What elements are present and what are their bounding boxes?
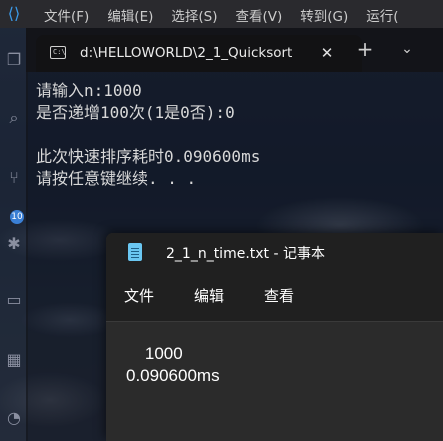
terminal-tab-title: d:\HELLOWORLD\2_1_Quicksort	[80, 45, 293, 61]
terminal-tab-strip: C:\ d:\HELLOWORLD\2_1_Quicksort ✕ + ⌄	[26, 28, 443, 72]
source-control-icon[interactable]: ⑂	[4, 168, 24, 188]
terminal-line: 请输入n:1000	[36, 81, 142, 100]
vscode-menu: 文件(F) 编辑(E) 选择(S) 查看(V) 转到(G) 运行(	[44, 5, 399, 25]
extensions-icon[interactable]: ▦	[4, 350, 24, 370]
terminal-line: 是否递增100次(1是0否):0	[36, 103, 235, 122]
terminal-tab[interactable]: C:\ d:\HELLOWORLD\2_1_Quicksort ✕	[36, 35, 362, 72]
notepad-text-area[interactable]: 1000 0.090600ms	[126, 343, 220, 387]
vscode-menu-goto[interactable]: 转到(G)	[300, 5, 348, 25]
vscode-menu-selection[interactable]: 选择(S)	[171, 5, 217, 25]
vscode-menu-file[interactable]: 文件(F)	[44, 5, 89, 25]
vscode-activity-bar: ❐ ⌕ ⑂ 10 ✱ ▭ ▦ ◔	[0, 28, 28, 441]
notepad-title: 2_1_n_time.txt - 记事本	[166, 246, 325, 262]
terminal-line: 请按任意键继续. . .	[36, 169, 197, 188]
search-icon[interactable]: ⌕	[4, 108, 24, 128]
divider	[106, 321, 443, 322]
new-tab-button[interactable]: +	[354, 38, 376, 60]
vscode-menubar: ⟨⟩ 文件(F) 编辑(E) 选择(S) 查看(V) 转到(G) 运行(	[0, 0, 443, 28]
notepad-titlebar[interactable]: 2_1_n_time.txt - 记事本	[106, 233, 443, 271]
notepad-icon	[128, 243, 142, 261]
console-icon: C:\	[50, 46, 66, 59]
menu-view[interactable]: 查看	[264, 285, 294, 306]
terminal-line: ​	[36, 124, 260, 146]
close-icon[interactable]: ✕	[316, 42, 338, 64]
menu-edit[interactable]: 编辑	[194, 285, 224, 306]
source-control-badge: 10	[10, 210, 24, 224]
vscode-logo-icon: ⟨⟩	[7, 4, 21, 23]
explorer-icon[interactable]: ❐	[4, 50, 24, 70]
remote-explorer-icon[interactable]: ▭	[4, 290, 24, 310]
terminal-output: 请输入n:1000 是否递增100次(1是0否):0 ​此次快速排序耗时0.0906…	[36, 80, 260, 190]
notepad-menubar: 文件 编辑 查看	[106, 271, 443, 321]
chevron-down-icon[interactable]: ⌄	[396, 38, 418, 60]
vscode-menu-run[interactable]: 运行(	[366, 5, 398, 25]
menu-file[interactable]: 文件	[124, 285, 154, 306]
vscode-menu-view[interactable]: 查看(V)	[236, 5, 283, 25]
debug-icon[interactable]: ✱	[4, 234, 24, 254]
terminal-line: 此次快速排序耗时0.090600ms	[36, 147, 261, 166]
vscode-menu-edit[interactable]: 编辑(E)	[107, 5, 153, 25]
accounts-icon[interactable]: ◔	[4, 408, 24, 428]
notepad-window: 2_1_n_time.txt - 记事本 文件 编辑 查看 1000 0.090…	[106, 233, 443, 441]
